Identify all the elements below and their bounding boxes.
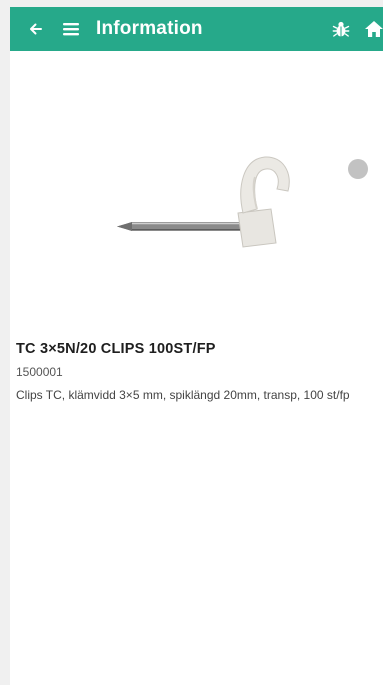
bug-icon[interactable] — [331, 18, 351, 40]
product-name: TC 3×5N/20 CLIPS 100ST/FP — [16, 341, 216, 357]
hamburger-menu-icon[interactable] — [61, 18, 81, 40]
gallery-indicator-dot[interactable] — [348, 159, 368, 179]
home-icon[interactable] — [363, 18, 383, 40]
product-description: Clips TC, klämvidd 3×5 mm, spiklängd 20m… — [16, 388, 350, 402]
product-number: 1500001 — [16, 365, 63, 379]
page-title: Information — [96, 18, 203, 39]
arrow-left-icon[interactable] — [26, 18, 46, 40]
cable-clip-image — [105, 147, 305, 257]
app-screen: Information TC 3×5N/20 CLIPS 100ST/FP 15… — [10, 7, 383, 685]
top-app-bar: Information — [10, 7, 383, 51]
